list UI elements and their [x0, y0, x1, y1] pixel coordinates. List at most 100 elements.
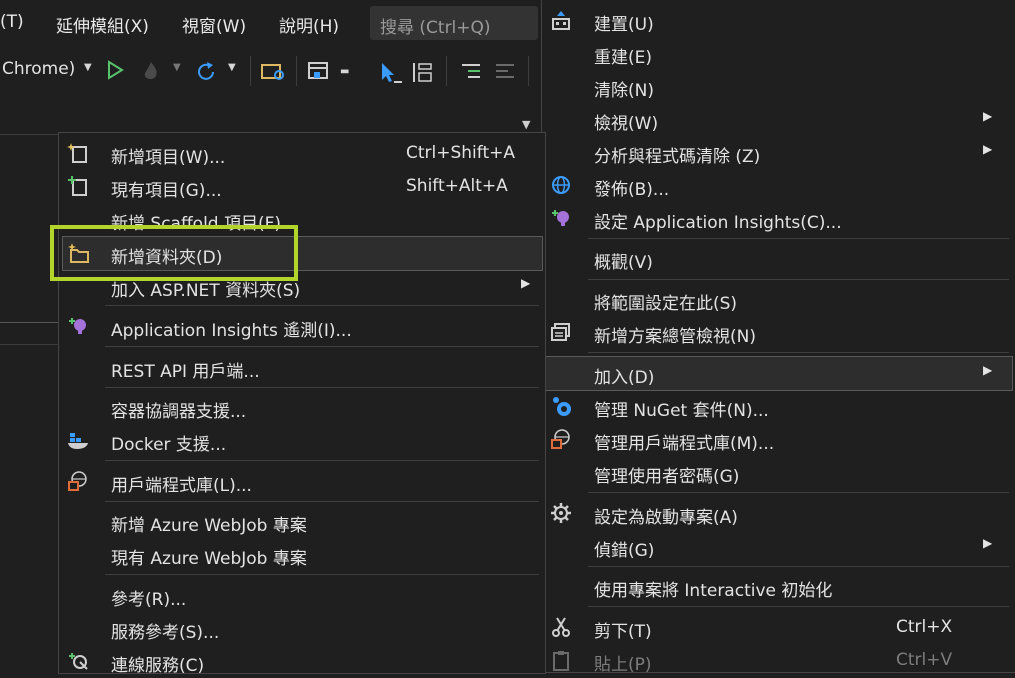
menu-separator [588, 352, 1009, 353]
window-layout-icon[interactable] [306, 60, 332, 84]
menu-item-manage-user-secrets[interactable]: 管理使用者密碼(G) [542, 456, 1015, 489]
search-placeholder: 搜尋 (Ctrl+Q) [380, 18, 491, 38]
toolbar-separator [446, 56, 447, 86]
align-icon[interactable] [410, 60, 436, 86]
outdent-icon[interactable] [492, 60, 518, 84]
dropdown-icon[interactable]: ▼ [173, 62, 181, 73]
client-library-icon [68, 471, 87, 491]
menu-item-label: 容器協調器支援... [111, 402, 247, 422]
menu-item-label: 貼上(P) [594, 655, 652, 675]
menu-item-reference[interactable]: 參考(R)... [59, 579, 545, 612]
menu-item-label: 建置(U) [594, 15, 654, 35]
folder-search-icon[interactable] [260, 60, 286, 82]
menu-window[interactable]: 視窗(W) [182, 12, 246, 37]
menu-item-service-reference[interactable]: 服務參考(S)... [59, 612, 545, 645]
menu-item-cut[interactable]: 剪下(T) Ctrl+X [542, 611, 1015, 644]
menu-item-label: 清除(N) [594, 81, 654, 101]
menu-separator [588, 606, 1009, 607]
menu-item-scope-to-this[interactable]: 將範圍設定在此(S) [542, 283, 1015, 316]
indent-icon[interactable] [458, 60, 484, 84]
menu-item-set-startup[interactable]: 設定為啟動專案(A) [542, 497, 1015, 530]
menu-item-label: 現有項目(G)... [111, 181, 222, 201]
menu-item-label: 使用專案將 Interactive 初始化 [594, 581, 833, 601]
docker-icon [68, 433, 88, 449]
menu-item-interactive-init[interactable]: 使用專案將 Interactive 初始化 [542, 570, 1015, 603]
dropdown-icon[interactable]: ▬ [340, 66, 349, 77]
menu-item-paste[interactable]: 貼上(P) Ctrl+V [542, 644, 1015, 677]
menu-item-clean[interactable]: 清除(N) [542, 70, 1015, 103]
menu-item-label: Application Insights 遙測(I)... [111, 321, 352, 341]
menu-item-label: 連線服務(C) [111, 656, 205, 676]
hot-reload-icon[interactable] [140, 60, 162, 82]
client-library-icon [551, 429, 570, 449]
menu-separator [105, 574, 539, 575]
dropdown-icon[interactable]: ▼ [228, 62, 236, 73]
menu-item-build[interactable]: 建置(U) [542, 4, 1015, 37]
menu-separator [105, 346, 539, 347]
menu-item-analyze[interactable]: 分析與程式碼清除 (Z) ▶ [542, 136, 1015, 169]
menu-item-label: 新增 Azure WebJob 專案 [111, 516, 307, 536]
menu-item-existing-azure-webjob[interactable]: 現有 Azure WebJob 專案 [59, 538, 545, 571]
menu-item-app-insights[interactable]: 設定 Application Insights(C)... [542, 202, 1015, 235]
submenu-arrow-icon: ▶ [983, 536, 993, 550]
browser-target-label[interactable]: Chrome) [2, 59, 75, 79]
annotation-highlight-box [50, 225, 298, 281]
menu-help[interactable]: 說明(H) [279, 12, 339, 37]
menu-item-label: 分析與程式碼清除 (Z) [594, 147, 761, 167]
search-input[interactable]: 搜尋 (Ctrl+Q) [370, 6, 538, 40]
menu-item-view[interactable]: 檢視(W) ▶ [542, 103, 1015, 136]
menu-item-label: 將範圍設定在此(S) [594, 294, 738, 314]
menu-item-debug[interactable]: 偵錯(G) ▶ [542, 530, 1015, 563]
menu-item-new-azure-webjob[interactable]: 新增 Azure WebJob 專案 [59, 505, 545, 538]
menu-item-rest-api-client[interactable]: REST API 用戶端... [59, 351, 545, 384]
menu-item-overview[interactable]: 概觀(V) [542, 242, 1015, 275]
menu-item-label: 設定 Application Insights(C)... [594, 213, 842, 233]
divider [0, 322, 58, 323]
menu-item-label: 概觀(V) [594, 253, 653, 273]
run-icon[interactable] [106, 60, 124, 80]
add-submenu: 新增項目(W)... Ctrl+Shift+A 現有項目(G)... Shift… [58, 132, 546, 676]
menu-item-label: 現有 Azure WebJob 專案 [111, 549, 307, 569]
menu-item-rebuild[interactable]: 重建(E) [542, 37, 1015, 70]
menu-separator [588, 238, 1009, 239]
menu-item-label: 服務參考(S)... [111, 623, 220, 643]
refresh-icon[interactable] [194, 60, 218, 84]
menu-extensions[interactable]: 延伸模組(X) [56, 12, 149, 37]
menu-item-label: REST API 用戶端... [111, 362, 260, 382]
menu-separator [105, 460, 539, 461]
solution-view-icon [551, 323, 570, 341]
menu-item-label: 用戶端程式庫(L)... [111, 476, 252, 496]
menu-item-docker-support[interactable]: Docker 支援... [59, 424, 545, 457]
menu-item-label: 重建(E) [594, 48, 653, 68]
menu-item-existing-item[interactable]: 現有項目(G)... Shift+Alt+A [59, 170, 545, 203]
toolbar-separator [528, 56, 529, 86]
scissors-icon [552, 617, 570, 637]
menu-item-publish[interactable]: 發佈(B)... [542, 169, 1015, 202]
dropdown-icon[interactable]: ▼ [84, 62, 92, 73]
project-context-menu: 建置(U) 重建(E) 清除(N) 檢視(W) ▶ 分析與程式碼清除 (Z) ▶… [541, 0, 1015, 675]
menu-item-new-solution-view[interactable]: 新增方案總管檢視(N) [542, 316, 1015, 349]
menu-item-label: 加入(D) [594, 368, 655, 388]
menu-separator [105, 501, 539, 502]
menu-item-label: Docker 支援... [111, 435, 227, 455]
menu-item-connected-service[interactable]: 連線服務(C) [59, 645, 545, 678]
menu-item-manage-nuget[interactable]: 管理 NuGet 套件(N)... [542, 390, 1015, 423]
menu-item-container-orchestrator[interactable]: 容器協調器支援... [59, 391, 545, 424]
menu-item-manage-client-libraries[interactable]: 管理用戶端程式庫(M)... [542, 423, 1015, 456]
menu-item-label: 新增項目(W)... [111, 148, 226, 168]
menu-item-label: 參考(R)... [111, 590, 187, 610]
menu-item-new-item[interactable]: 新增項目(W)... Ctrl+Shift+A [59, 137, 545, 170]
submenu-arrow-icon: ▶ [983, 142, 993, 156]
divider [0, 134, 58, 135]
menu-item-client-library[interactable]: 用戶端程式庫(L)... [59, 465, 545, 498]
panel-dropdown-icon[interactable]: ▼ [522, 118, 530, 131]
menu-item-app-insights-telemetry[interactable]: Application Insights 遙測(I)... [59, 310, 545, 343]
menu-item-label: 管理用戶端程式庫(M)... [594, 434, 775, 454]
menu-bar: (T) 延伸模組(X) 視窗(W) 說明(H) 搜尋 (Ctrl+Q) [0, 0, 541, 46]
gear-icon [551, 503, 571, 523]
pointer-icon[interactable] [374, 60, 404, 86]
menu-item-shortcut: Ctrl+X [896, 617, 953, 637]
toolbar: Chrome) ▼ ▼ ▼ ▬ [0, 46, 541, 96]
menu-item-add[interactable]: 加入(D) ▶ [545, 356, 1013, 391]
menu-tools[interactable]: (T) [0, 12, 24, 32]
